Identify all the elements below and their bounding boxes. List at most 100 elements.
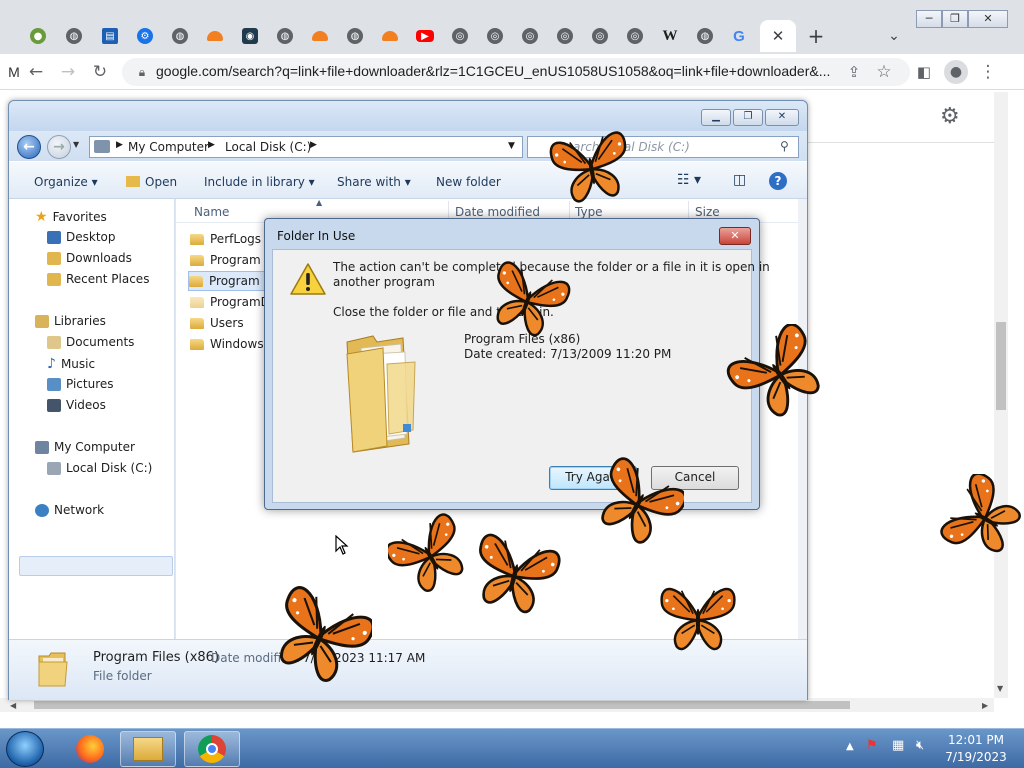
computer-icon [35,440,49,454]
column-date-modified[interactable]: Date modified [455,205,540,219]
explorer-address-bar[interactable]: ▶ My Computer ▶ Local Disk (C:) ▶ ▼ [89,136,523,158]
taskbar-clock-date[interactable]: 7/19/2023 [942,750,1010,764]
dialog-close-button[interactable]: ✕ [719,227,751,245]
taskbar-firefox[interactable] [62,731,118,767]
preview-pane-icon[interactable]: ◫ [733,172,746,188]
file-row[interactable]: Program [190,250,261,270]
taskbar-explorer[interactable] [120,731,176,767]
google-settings-gear-icon[interactable]: ⚙ [940,104,960,129]
search-icon[interactable]: ⚲ [780,139,789,153]
tab-8[interactable]: ◍ [271,22,299,50]
view-options-icon[interactable]: ☷ ▾ [677,172,701,188]
tray-show-hidden-icon[interactable]: ▲ [846,741,854,752]
nav-libraries[interactable]: Libraries [35,314,106,328]
tab-1[interactable]: ● [24,22,52,50]
chrome-minimize-button[interactable]: ─ [916,10,942,28]
nav-my-computer[interactable]: My Computer [35,440,135,454]
tab-12[interactable]: ▶ [411,22,439,50]
column-size[interactable]: Size [695,205,720,219]
volume-muted-icon[interactable]: 🔇︎ [916,738,924,753]
nav-pictures[interactable]: Pictures [47,377,114,391]
forward-button[interactable]: → [56,60,80,84]
network-tray-icon[interactable]: ▦ [892,738,904,753]
chrome-close-button[interactable]: ✕ [968,10,1008,28]
tab-5[interactable]: ◍ [166,22,194,50]
tab-7[interactable]: ◉ [236,22,264,50]
tab-13[interactable]: ◎ [446,22,474,50]
tab-14[interactable]: ◎ [481,22,509,50]
taskbar-clock-time[interactable]: 12:01 PM [946,733,1006,747]
scroll-down-arrow-icon[interactable]: ▼ [997,684,1003,693]
tab-17[interactable]: ◎ [586,22,614,50]
share-icon[interactable]: ⇪ [842,60,866,84]
scroll-right-arrow-icon[interactable]: ▶ [982,701,988,710]
file-row[interactable]: PerfLogs [190,229,261,249]
scroll-left-arrow-icon[interactable]: ◀ [10,701,16,710]
explorer-back-button[interactable]: ← [17,135,41,159]
taskbar-chrome[interactable] [184,731,240,767]
nav-network[interactable]: Network [35,503,104,517]
new-folder-button[interactable]: New folder [436,175,501,189]
tab-20[interactable]: ◍ [691,22,719,50]
column-name[interactable]: Name [194,205,229,219]
action-center-flag-icon[interactable]: ⚑ [866,738,878,753]
close-icon[interactable]: ✕ [772,27,785,45]
tab-google[interactable]: G [725,22,753,50]
tab-15[interactable]: ◎ [516,22,544,50]
file-row[interactable]: Users [190,313,244,333]
start-button[interactable] [6,731,44,767]
explorer-close-button[interactable]: ✕ [765,109,799,126]
nav-local-disk[interactable]: Local Disk (C:) [47,461,152,475]
breadcrumb-my-computer[interactable]: My Computer [128,140,209,154]
include-in-library-button[interactable]: Include in library ▾ [204,175,315,189]
nav-favorites[interactable]: ★ Favorites [35,209,107,225]
nav-music[interactable]: ♪ Music [47,356,95,372]
explorer-title-bar[interactable]: ▁ ❐ ✕ [9,101,807,131]
tab-3[interactable]: ▤ [96,22,124,50]
file-row[interactable]: ProgramD [190,292,270,312]
tab-10[interactable]: ◍ [341,22,369,50]
bookmark-star-icon[interactable]: ☆ [872,60,896,84]
nav-recent-places[interactable]: Recent Places [47,272,149,286]
address-dropdown-icon[interactable]: ▼ [508,141,515,151]
chrome-menu-icon[interactable]: ⋮ [976,60,1000,84]
help-icon[interactable]: ? [769,172,787,190]
chrome-maximize-button[interactable]: ❐ [942,10,968,28]
nav-documents[interactable]: Documents [47,335,134,349]
tab-wikipedia[interactable]: W [656,22,684,50]
breadcrumb-local-disk[interactable]: Local Disk (C:) [225,140,311,154]
url-text[interactable]: google.com/search?q=link+file+downloader… [156,63,836,79]
explorer-forward-button[interactable]: → [47,135,71,159]
tab-18[interactable]: ◎ [621,22,649,50]
file-row[interactable]: Windows [190,334,264,354]
breadcrumb-arrow-icon[interactable]: ▶ [208,140,215,150]
tab-search-button[interactable]: ⌄ [880,22,908,50]
active-tab-close[interactable]: ✕ [760,20,796,52]
tab-6[interactable] [201,22,229,50]
tab-11[interactable] [376,22,404,50]
nav-desktop[interactable]: Desktop [47,230,116,244]
breadcrumb-arrow-icon[interactable]: ▶ [116,140,123,150]
share-with-button[interactable]: Share with ▾ [337,175,411,189]
lock-icon[interactable]: 🔒︎ [130,60,154,84]
breadcrumb-arrow-icon[interactable]: ▶ [310,140,317,150]
tab-2[interactable]: ◍ [60,22,88,50]
nav-downloads[interactable]: Downloads [47,251,132,265]
page-horizontal-scroll-thumb[interactable] [34,701,850,709]
nav-videos[interactable]: Videos [47,398,106,412]
tab-9[interactable] [306,22,334,50]
tab-16[interactable]: ◎ [551,22,579,50]
chrome-icon: ◎ [627,28,643,44]
new-tab-button[interactable]: + [802,22,830,50]
recent-pages-chevron-icon[interactable]: ▼ [73,140,79,149]
side-panel-icon[interactable]: ◧ [912,60,936,84]
back-button[interactable]: ← [24,60,48,84]
page-vertical-scroll-thumb[interactable] [996,322,1006,410]
organize-button[interactable]: Organize ▾ [34,175,98,189]
explorer-minimize-button[interactable]: ▁ [701,109,731,126]
tab-4[interactable]: ⚙ [131,22,159,50]
profile-avatar[interactable]: ● [944,60,968,84]
open-button[interactable]: Open [126,175,177,189]
explorer-maximize-button[interactable]: ❐ [733,109,763,126]
reload-button[interactable]: ↻ [88,60,112,84]
